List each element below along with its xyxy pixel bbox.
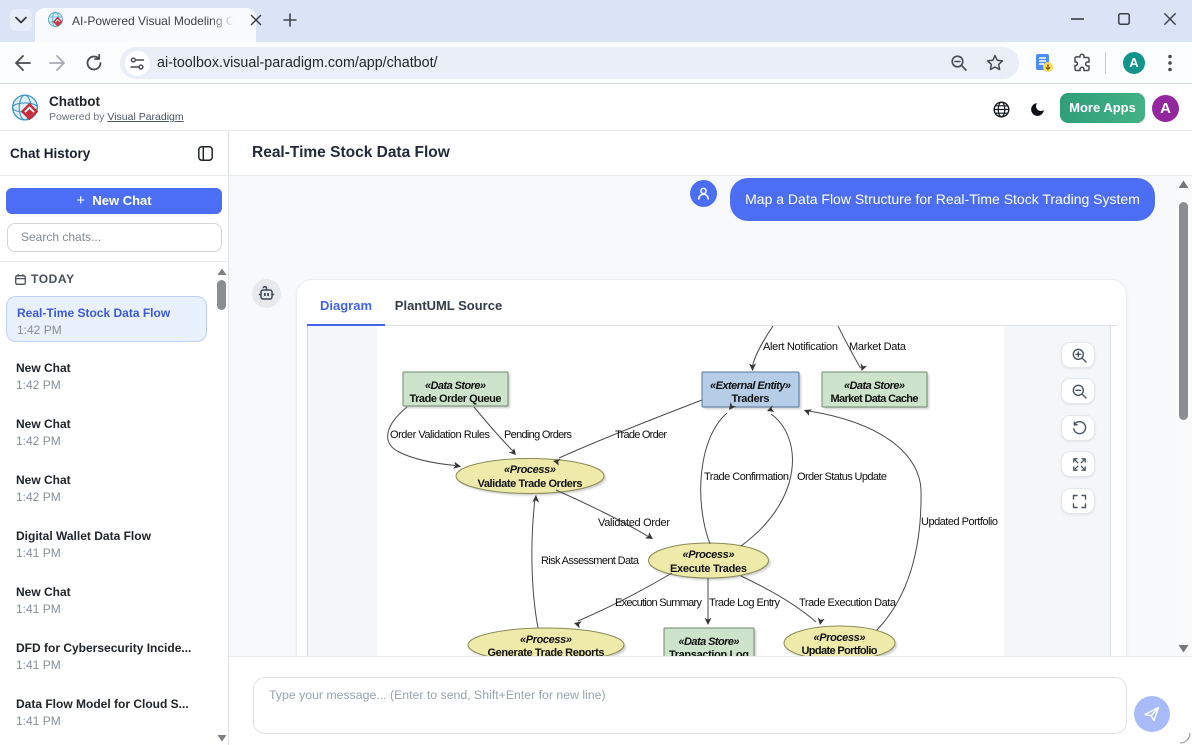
svg-text:Trade Log Entry: Trade Log Entry [709,597,781,609]
svg-text:Execute Trades: Execute Trades [670,563,747,575]
svg-text:Generate Trade Reports: Generate Trade Reports [488,647,605,656]
svg-text:«Data Store»: «Data Store» [844,380,905,392]
svg-text:Trade Order: Trade Order [615,429,667,441]
svg-text:«Data Store»: «Data Store» [679,636,740,648]
svg-text:«Data Store»: «Data Store» [425,380,486,392]
svg-text:Alert Notification: Alert Notification [763,341,838,353]
svg-text:Risk Assessment Data: Risk Assessment Data [541,555,640,567]
svg-text:Pending Orders: Pending Orders [504,429,573,441]
svg-text:Updated Portfolio: Updated Portfolio [921,516,998,528]
svg-text:Order Validation Rules: Order Validation Rules [390,429,491,441]
svg-text:Validate Trade Orders: Validate Trade Orders [478,478,583,490]
svg-text:Trade Confirmation: Trade Confirmation [704,471,789,483]
svg-text:«Process»: «Process» [814,632,866,644]
svg-text:Validated Order: Validated Order [598,517,670,529]
svg-text:«Process»: «Process» [683,549,735,561]
svg-text:«Process»: «Process» [504,464,556,476]
svg-text:«External Entity»: «External Entity» [710,380,791,392]
svg-text:Market Data Cache: Market Data Cache [831,393,919,405]
svg-text:«Process»: «Process» [520,634,572,646]
svg-text:Transaction Log: Transaction Log [669,649,749,656]
svg-text:Update Portfolio: Update Portfolio [802,645,878,656]
svg-text:Trade Execution Data: Trade Execution Data [799,597,897,609]
svg-text:Order Status Update: Order Status Update [797,471,887,483]
svg-text:Trade Order Queue: Trade Order Queue [410,393,502,405]
svg-text:Market Data: Market Data [849,341,907,353]
svg-text:Traders: Traders [732,393,770,405]
svg-text:Execution Summary: Execution Summary [615,597,703,609]
